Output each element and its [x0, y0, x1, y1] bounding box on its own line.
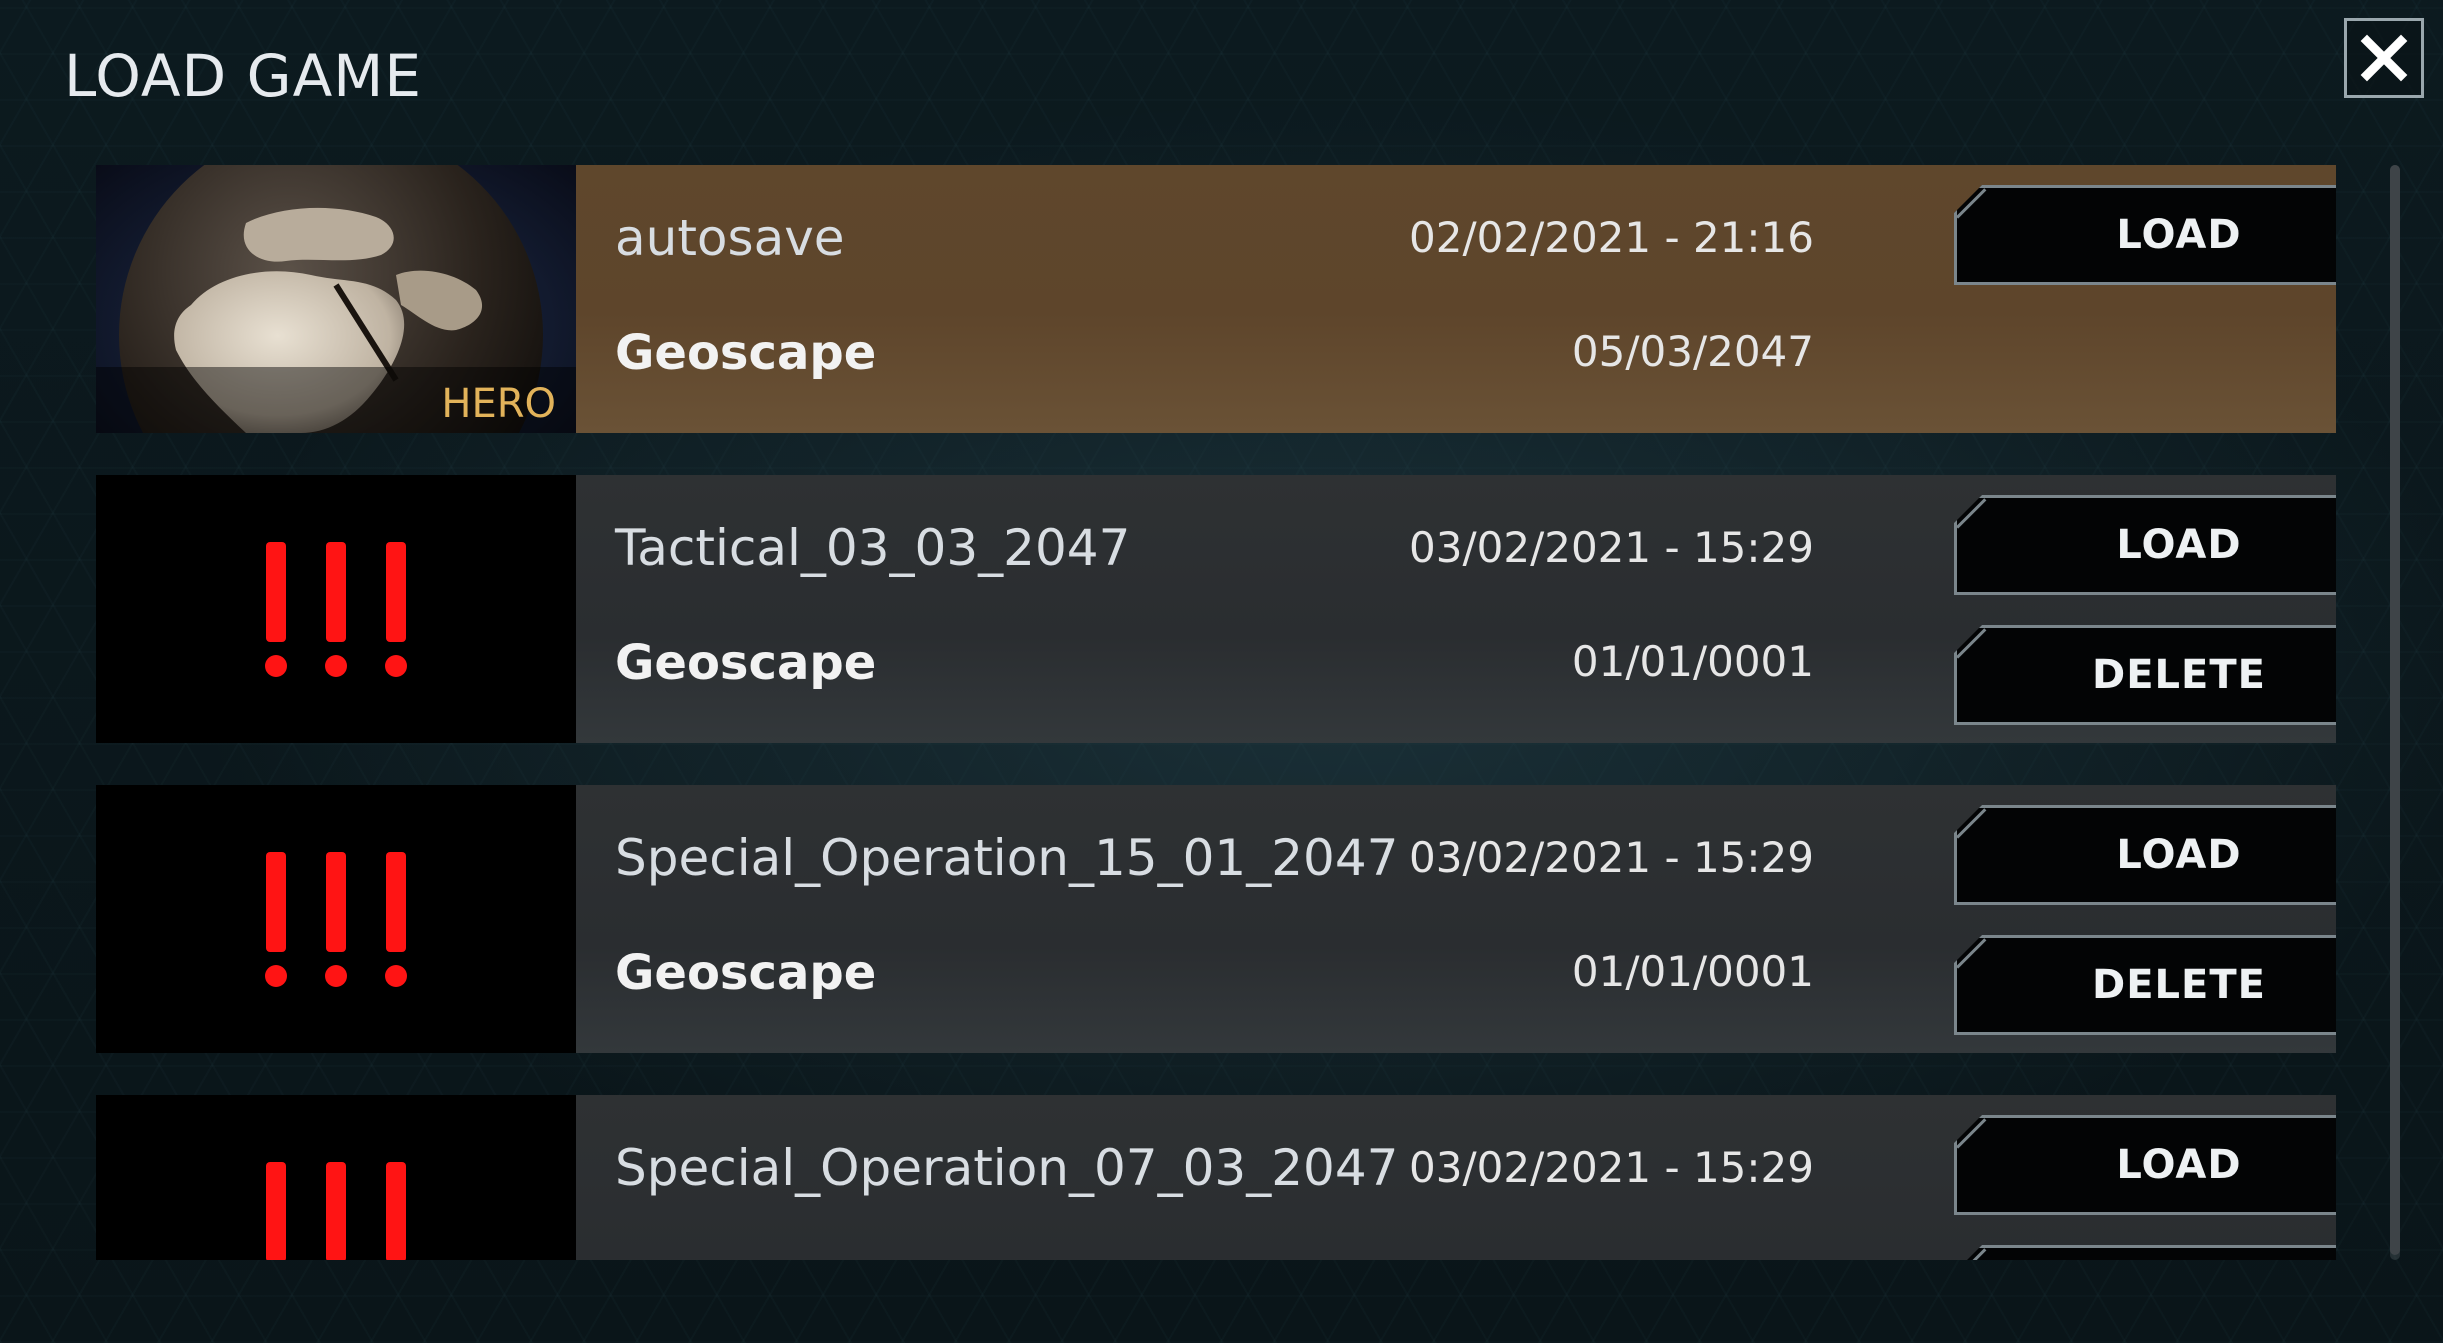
save-info-panel[interactable]: autosave 02/02/2021 - 21:16 Geoscape 05/…: [576, 165, 2336, 433]
save-row[interactable]: HERO autosave 02/02/2021 - 21:16 Geoscap…: [96, 165, 2336, 433]
load-button[interactable]: LOAD: [1954, 805, 2336, 905]
save-real-date: 03/02/2021 - 15:29: [1409, 1143, 1814, 1192]
load-game-screen: LOAD GAME HERO autosave 02/02/2021 - 21:…: [0, 0, 2443, 1343]
save-list: HERO autosave 02/02/2021 - 21:16 Geoscap…: [96, 165, 2336, 1260]
page-title: LOAD GAME: [64, 42, 422, 110]
save-game-date: 01/01/0001: [1571, 947, 1814, 996]
hero-label: HERO: [441, 381, 556, 427]
save-real-date: 03/02/2021 - 15:29: [1409, 523, 1814, 572]
save-row[interactable]: Special_Operation_15_01_2047 03/02/2021 …: [96, 785, 2336, 1053]
save-thumbnail: [96, 475, 576, 743]
save-thumbnail: [96, 1095, 576, 1260]
delete-button[interactable]: DELETE: [1954, 625, 2336, 725]
delete-button[interactable]: DELETE: [1954, 935, 2336, 1035]
save-name: autosave: [615, 209, 845, 267]
save-mode: Geoscape: [615, 945, 877, 1001]
load-button[interactable]: LOAD: [1954, 1115, 2336, 1215]
save-name: Special_Operation_15_01_2047: [615, 829, 1399, 887]
save-mode: Geoscape: [615, 635, 877, 691]
warning-icon: [96, 785, 576, 1053]
close-button[interactable]: [2344, 18, 2424, 98]
warning-icon: [96, 475, 576, 743]
save-game-date: 01/01/0001: [1571, 637, 1814, 686]
load-button[interactable]: LOAD: [1954, 495, 2336, 595]
save-real-date: 03/02/2021 - 15:29: [1409, 833, 1814, 882]
save-info-panel[interactable]: Tactical_03_03_2047 03/02/2021 - 15:29 G…: [576, 475, 2336, 743]
save-info-panel[interactable]: Special_Operation_15_01_2047 03/02/2021 …: [576, 785, 2336, 1053]
close-icon: [2360, 34, 2408, 82]
save-mode: Geoscape: [615, 325, 877, 381]
save-row[interactable]: Tactical_03_03_2047 03/02/2021 - 15:29 G…: [96, 475, 2336, 743]
save-name: Tactical_03_03_2047: [615, 519, 1131, 577]
save-thumbnail: [96, 785, 576, 1053]
delete-button[interactable]: [1954, 1245, 2336, 1260]
save-thumbnail: HERO: [96, 165, 576, 433]
save-real-date: 02/02/2021 - 21:16: [1409, 213, 1814, 262]
save-game-date: 05/03/2047: [1571, 327, 1814, 376]
save-name: Special_Operation_07_03_2047: [615, 1139, 1399, 1197]
scrollbar-thumb[interactable]: [2390, 165, 2400, 1255]
warning-icon: [96, 1095, 576, 1260]
scrollbar[interactable]: [2390, 165, 2400, 1260]
load-button[interactable]: LOAD: [1954, 185, 2336, 285]
save-info-panel[interactable]: Special_Operation_07_03_2047 03/02/2021 …: [576, 1095, 2336, 1260]
save-row[interactable]: Special_Operation_07_03_2047 03/02/2021 …: [96, 1095, 2336, 1260]
